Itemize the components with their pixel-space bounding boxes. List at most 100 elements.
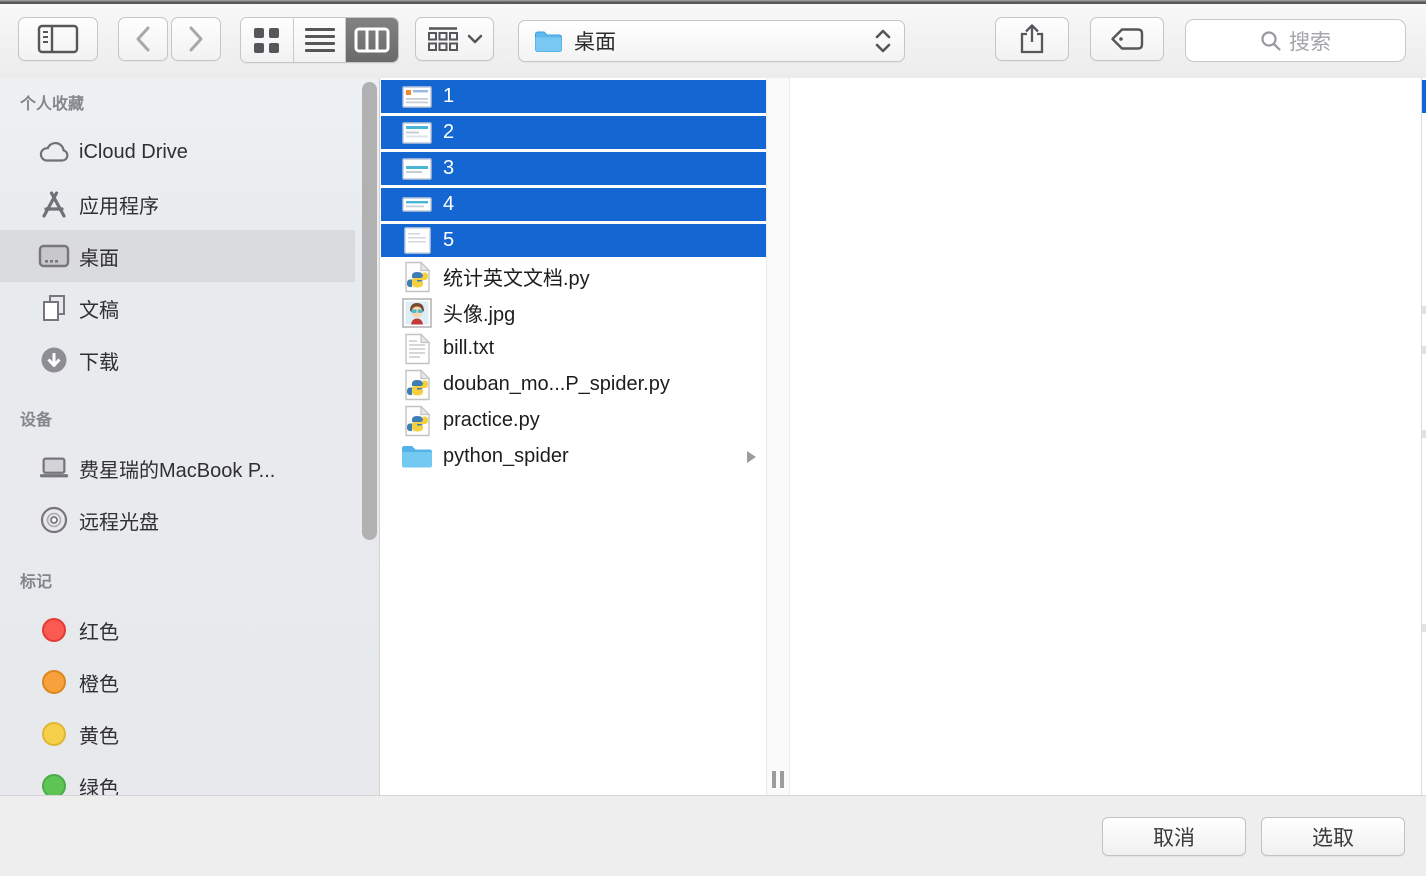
image-thumbnail-icon bbox=[400, 297, 434, 328]
sidebar-toggle-icon bbox=[37, 24, 79, 54]
tag-green-icon bbox=[42, 774, 66, 795]
file-row[interactable]: 头像.jpg bbox=[381, 296, 766, 329]
back-chevron-icon bbox=[136, 26, 150, 52]
selected-file-row[interactable]: 2 bbox=[381, 116, 766, 149]
sidebar-section-favorites: 个人收藏 bbox=[20, 96, 85, 113]
file-row[interactable]: practice.py bbox=[381, 404, 766, 437]
next-column-sliver bbox=[1422, 78, 1426, 795]
finder-open-dialog: 桌面 搜索 个人收藏 iCloud Drive 应用程序 桌面 文稿 下载 设备… bbox=[0, 0, 1426, 876]
tag-orange-icon bbox=[42, 670, 66, 694]
folder-icon bbox=[535, 31, 562, 52]
file-row[interactable]: python_spider bbox=[381, 440, 766, 473]
search-placeholder: 搜索 bbox=[1289, 30, 1331, 54]
documents-icon bbox=[38, 294, 70, 322]
back-button[interactable] bbox=[118, 17, 168, 61]
file-name: 头像.jpg bbox=[443, 304, 516, 326]
file-name: 统计英文文档.py bbox=[443, 268, 590, 290]
sidebar-toggle-button[interactable] bbox=[18, 17, 98, 61]
tag-yellow-icon bbox=[42, 722, 66, 746]
file-row[interactable]: 统计英文文档.py bbox=[381, 260, 766, 293]
dialog-footer: 取消 选取 bbox=[0, 795, 1426, 876]
share-icon bbox=[1020, 24, 1044, 54]
column-resize-divider[interactable] bbox=[766, 78, 790, 795]
selected-file-row[interactable]: 5 bbox=[381, 224, 766, 257]
tags-button[interactable] bbox=[1090, 17, 1164, 61]
sidebar-section-devices: 设备 bbox=[20, 412, 53, 429]
sidebar-item-downloads[interactable]: 下载 bbox=[0, 334, 355, 386]
file-name: 5 bbox=[443, 229, 455, 251]
screenshot-thumbnail-icon bbox=[400, 157, 434, 180]
icon-view-button[interactable] bbox=[241, 18, 294, 62]
screenshot-thumbnail-icon bbox=[400, 85, 434, 108]
file-name: 2 bbox=[443, 121, 455, 143]
file-name: bill.txt bbox=[443, 337, 495, 359]
python-file-icon bbox=[400, 404, 434, 437]
location-label: 桌面 bbox=[574, 31, 616, 54]
location-dropdown[interactable]: 桌面 bbox=[518, 20, 905, 62]
desktop-icon bbox=[38, 244, 70, 268]
column-view-button[interactable] bbox=[346, 18, 398, 62]
file-name: python_spider bbox=[443, 445, 569, 467]
list-view-icon bbox=[304, 24, 335, 56]
laptop-icon bbox=[38, 455, 70, 481]
choose-button[interactable]: 选取 bbox=[1261, 817, 1405, 856]
sidebar: 个人收藏 iCloud Drive 应用程序 桌面 文稿 下载 设备 费星瑞的M… bbox=[0, 78, 380, 795]
file-name: douban_mo...P_spider.py bbox=[443, 373, 670, 395]
toolbar: 桌面 搜索 bbox=[0, 4, 1426, 79]
sidebar-item-applications[interactable]: 应用程序 bbox=[0, 178, 355, 230]
python-file-icon bbox=[400, 368, 434, 401]
grip-bar bbox=[772, 771, 776, 788]
file-row[interactable]: douban_mo...P_spider.py bbox=[381, 368, 766, 401]
selected-file-row[interactable]: 4 bbox=[381, 188, 766, 221]
sliver-selection bbox=[1422, 80, 1426, 113]
file-name: 4 bbox=[443, 193, 455, 215]
screenshot-thumbnail-icon bbox=[400, 121, 434, 144]
sidebar-item-tag-red[interactable]: 红色 bbox=[0, 604, 355, 656]
arrange-button[interactable] bbox=[415, 17, 494, 61]
python-file-icon bbox=[400, 260, 434, 293]
sidebar-item-documents[interactable]: 文稿 bbox=[0, 282, 355, 334]
selected-file-row[interactable]: 1 bbox=[381, 80, 766, 113]
content-area: 个人收藏 iCloud Drive 应用程序 桌面 文稿 下载 设备 费星瑞的M… bbox=[0, 78, 1426, 795]
icloud-drive-icon bbox=[38, 140, 70, 164]
disclosure-triangle-icon bbox=[747, 450, 756, 463]
downloads-icon bbox=[38, 346, 70, 374]
view-mode-segmented-control bbox=[240, 17, 399, 63]
selected-file-row[interactable]: 3 bbox=[381, 152, 766, 185]
tag-red-icon bbox=[42, 618, 66, 642]
icon-view-icon bbox=[254, 27, 280, 53]
list-view-button[interactable] bbox=[293, 18, 347, 62]
sidebar-section-tags: 标记 bbox=[20, 574, 53, 591]
column-view-icon bbox=[354, 27, 390, 53]
screenshot-thumbnail-icon bbox=[400, 227, 434, 254]
sidebar-item-tag-orange[interactable]: 橙色 bbox=[0, 656, 355, 708]
forward-chevron-icon bbox=[189, 26, 203, 52]
file-name: 1 bbox=[443, 85, 455, 107]
sidebar-item-remote-disc[interactable]: 远程光盘 bbox=[0, 494, 355, 546]
forward-button[interactable] bbox=[171, 17, 221, 61]
screenshot-thumbnail-icon bbox=[400, 197, 434, 212]
remote-disc-icon bbox=[38, 506, 70, 534]
grip-bar bbox=[780, 771, 784, 788]
chevron-down-icon bbox=[467, 34, 483, 44]
search-field[interactable]: 搜索 bbox=[1185, 19, 1406, 62]
applications-icon bbox=[38, 190, 70, 218]
column-resize-handle[interactable] bbox=[772, 771, 784, 788]
sidebar-item-macbook[interactable]: 费星瑞的MacBook P... bbox=[0, 442, 355, 494]
arrange-icon bbox=[428, 27, 458, 51]
share-button[interactable] bbox=[995, 17, 1069, 61]
sidebar-item-icloud-drive[interactable]: iCloud Drive bbox=[0, 126, 355, 178]
folder-icon bbox=[400, 443, 434, 470]
text-file-icon bbox=[400, 332, 434, 365]
sidebar-item-tag-yellow[interactable]: 黄色 bbox=[0, 708, 355, 760]
file-name: 3 bbox=[443, 157, 455, 179]
cancel-button[interactable]: 取消 bbox=[1102, 817, 1246, 856]
file-column: 1 2 3 4 5 统计英文文档.py 头像.jpg bill.txt doub… bbox=[381, 78, 766, 795]
stepper-chevrons-icon bbox=[875, 29, 891, 53]
sidebar-item-tag-green[interactable]: 绿色 bbox=[0, 760, 355, 795]
sidebar-item-desktop[interactable]: 桌面 bbox=[0, 230, 355, 282]
file-row[interactable]: bill.txt bbox=[381, 332, 766, 365]
tag-icon bbox=[1111, 28, 1144, 50]
sidebar-scrollbar[interactable] bbox=[362, 82, 377, 540]
file-name: practice.py bbox=[443, 409, 540, 431]
